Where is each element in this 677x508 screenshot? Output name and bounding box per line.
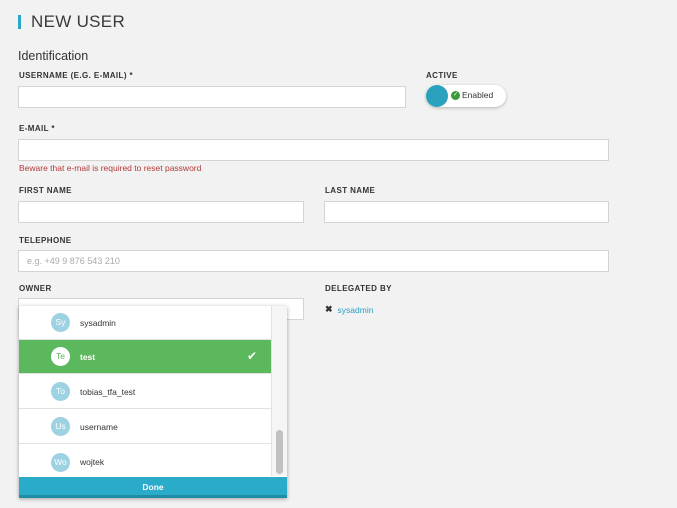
remove-icon[interactable]: ✖ [325, 304, 333, 315]
username-label: USERNAME (E.G. E-MAIL) * [19, 71, 134, 80]
section-title: Identification [18, 49, 89, 63]
avatar: Te [51, 347, 70, 366]
list-item-selected[interactable]: Te test ✔ [19, 340, 271, 374]
user-name: username [80, 421, 118, 432]
active-toggle[interactable]: ✓ Enabled [426, 85, 506, 107]
email-input[interactable] [18, 139, 609, 161]
user-name: sysadmin [80, 317, 116, 328]
email-label: E-MAIL * [19, 124, 55, 133]
email-warning: Beware that e-mail is required to reset … [19, 163, 202, 173]
delegated-label: DELEGATED BY [325, 284, 392, 293]
delegated-user: ✖ sysadmin [325, 304, 373, 315]
list-item[interactable]: Sy sysadmin [19, 306, 271, 340]
active-label: ACTIVE [426, 71, 458, 80]
owner-dropdown[interactable]: Sy sysadmin Te test ✔ To tobias_tfa_test… [19, 306, 287, 498]
checkmark-icon: ✔ [246, 349, 257, 363]
user-name: wojtek [80, 457, 105, 467]
telephone-input[interactable] [18, 250, 609, 272]
list-item[interactable]: Wo wojtek [19, 445, 271, 479]
scrollbar-thumb[interactable] [276, 430, 283, 474]
first-name-label: FIRST NAME [19, 186, 72, 195]
owner-label: OWNER [19, 284, 52, 293]
list-item[interactable]: To tobias_tfa_test [19, 375, 271, 409]
user-name: test [80, 351, 96, 362]
telephone-label: TELEPHONE [19, 236, 72, 245]
avatar: Wo [51, 452, 70, 472]
avatar: To [51, 382, 70, 401]
last-name-label: LAST NAME [325, 186, 376, 195]
toggle-state-label: Enabled [462, 90, 494, 100]
done-button[interactable]: Done [19, 477, 287, 498]
scrollbar[interactable] [271, 306, 287, 476]
check-circle-icon: ✓ [451, 91, 460, 100]
title-accent-bar [18, 15, 21, 29]
first-name-input[interactable] [18, 201, 304, 223]
page-title: NEW USER [31, 12, 126, 31]
last-name-input[interactable] [324, 201, 609, 223]
delegated-user-link[interactable]: sysadmin [338, 305, 374, 315]
avatar: Us [51, 417, 70, 436]
user-name: tobias_tfa_test [80, 386, 136, 397]
avatar: Sy [51, 313, 70, 332]
list-item[interactable]: Us username [19, 410, 271, 444]
toggle-knob [426, 85, 448, 107]
owner-list: Sy sysadmin Te test ✔ To tobias_tfa_test… [19, 306, 271, 476]
username-input[interactable] [18, 86, 406, 108]
page-header: NEW USER [18, 12, 125, 32]
